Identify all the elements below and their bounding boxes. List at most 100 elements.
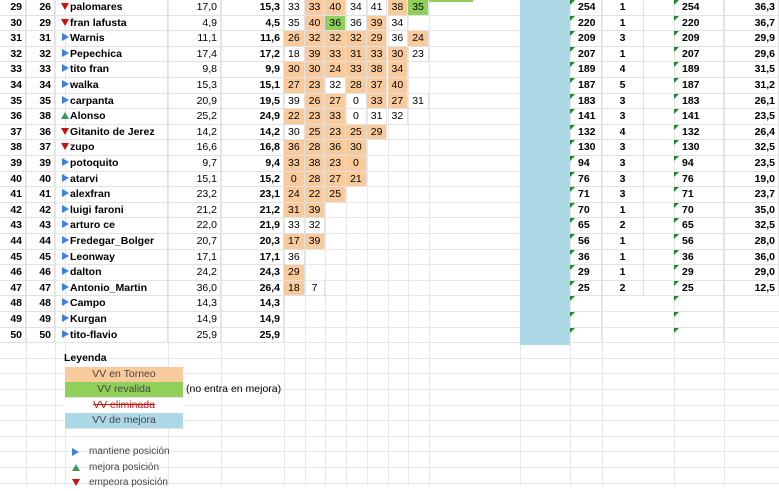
score-cell[interactable]: 7	[304, 280, 326, 297]
score-cell[interactable]: 0	[346, 93, 367, 110]
row-number[interactable]: 44	[0, 234, 26, 250]
score-cell[interactable]: 30	[304, 62, 326, 78]
total-points[interactable]: 209	[570, 31, 602, 47]
score-cell[interactable]: 36	[325, 140, 347, 156]
score-cell[interactable]: 25	[346, 124, 367, 141]
average-value[interactable]: 23,7	[724, 187, 779, 203]
score-cell[interactable]: 24	[325, 62, 347, 78]
score-cell[interactable]: 22	[284, 109, 305, 125]
row-number[interactable]: 38	[0, 140, 26, 156]
player-name[interactable]: carpanta	[68, 93, 168, 110]
score-cell[interactable]: 38	[366, 62, 388, 78]
score-cell[interactable]: 36	[387, 31, 409, 47]
score-cell[interactable]: 28	[304, 171, 326, 188]
handicap-value[interactable]: 15,3	[168, 78, 221, 94]
score-cell[interactable]: 36	[346, 15, 367, 32]
score-cell[interactable]: 31	[408, 93, 429, 110]
player-name[interactable]: Gitanito de Jerez	[68, 124, 168, 141]
prev-position[interactable]: 46	[26, 265, 55, 281]
score-cell[interactable]: 34	[387, 15, 409, 32]
empty-total[interactable]	[570, 327, 602, 344]
adjusted-value[interactable]: 21,9	[221, 218, 284, 234]
score-cell[interactable]: 26	[284, 31, 305, 47]
score-cell[interactable]: 34	[346, 0, 367, 16]
total-points[interactable]: 132	[570, 124, 602, 141]
points-total[interactable]: 71	[674, 187, 724, 203]
points-total[interactable]: 207	[674, 46, 724, 63]
score-cell[interactable]: 21	[346, 171, 367, 188]
row-number[interactable]: 46	[0, 265, 26, 281]
handicap-value[interactable]: 14,3	[168, 296, 221, 312]
score-cell[interactable]: 32	[387, 109, 409, 125]
score-cell[interactable]: 39	[284, 93, 305, 110]
points-total[interactable]: 183	[674, 93, 724, 110]
player-name[interactable]: Leonway	[68, 249, 168, 266]
score-cell[interactable]: 39	[304, 234, 326, 250]
handicap-value[interactable]: 9,7	[168, 156, 221, 172]
average-value[interactable]: 29,0	[724, 265, 779, 281]
total-points[interactable]: 94	[570, 156, 602, 172]
games-count[interactable]: 4	[602, 124, 644, 141]
score-cell[interactable]: 23	[304, 109, 326, 125]
score-cell[interactable]: 30	[346, 140, 367, 156]
adjusted-value[interactable]: 21,2	[221, 202, 284, 219]
handicap-value[interactable]: 17,0	[168, 0, 221, 16]
row-number[interactable]: 48	[0, 296, 26, 312]
prev-position[interactable]: 49	[26, 312, 55, 328]
average-value[interactable]: 23,5	[724, 109, 779, 125]
points-total[interactable]: 56	[674, 234, 724, 250]
games-count[interactable]: 3	[602, 109, 644, 125]
adjusted-value[interactable]: 9,9	[221, 62, 284, 78]
score-cell[interactable]: 28	[346, 78, 367, 94]
average-value[interactable]: 31,2	[724, 78, 779, 94]
handicap-value[interactable]: 16,6	[168, 140, 221, 156]
total-points[interactable]: 70	[570, 202, 602, 219]
row-number[interactable]: 33	[0, 62, 26, 78]
score-cell[interactable]: 23	[325, 124, 347, 141]
score-cell[interactable]: 33	[366, 46, 388, 63]
score-cell[interactable]: 33	[284, 218, 305, 234]
prev-position[interactable]: 41	[26, 187, 55, 203]
score-cell[interactable]: 35	[408, 0, 429, 16]
score-cell[interactable]: 23	[408, 46, 429, 63]
score-cell[interactable]: 31	[366, 109, 388, 125]
adjusted-value[interactable]: 17,2	[221, 46, 284, 63]
total-points[interactable]: 36	[570, 249, 602, 266]
score-cell[interactable]: 32	[304, 31, 326, 47]
points-total[interactable]: 132	[674, 124, 724, 141]
score-cell[interactable]: 33	[346, 62, 367, 78]
score-cell[interactable]: 23	[325, 156, 347, 172]
score-cell[interactable]: 33	[284, 0, 305, 16]
adjusted-value[interactable]: 17,1	[221, 249, 284, 266]
average-value[interactable]: 35,0	[724, 202, 779, 219]
prev-position[interactable]: 26	[26, 0, 55, 16]
points-total[interactable]: 94	[674, 156, 724, 172]
score-cell[interactable]: 17	[284, 234, 305, 250]
score-cell[interactable]: 23	[304, 78, 326, 94]
score-cell[interactable]: 33	[366, 93, 388, 110]
handicap-value[interactable]: 14,2	[168, 124, 221, 141]
points-total[interactable]: 65	[674, 218, 724, 234]
handicap-value[interactable]: 20,7	[168, 234, 221, 250]
player-name[interactable]: Alonso	[68, 109, 168, 125]
score-cell[interactable]: 41	[366, 0, 388, 16]
handicap-value[interactable]: 11,1	[168, 31, 221, 47]
prev-position[interactable]: 31	[26, 31, 55, 47]
handicap-value[interactable]: 25,2	[168, 109, 221, 125]
total-points[interactable]: 141	[570, 109, 602, 125]
score-cell[interactable]: 39	[304, 202, 326, 219]
handicap-value[interactable]: 14,9	[168, 312, 221, 328]
row-number[interactable]: 34	[0, 78, 26, 94]
player-name[interactable]: luigi faroni	[68, 202, 168, 219]
player-name[interactable]: palomares	[68, 0, 168, 16]
average-value[interactable]: 28,0	[724, 234, 779, 250]
games-count[interactable]: 3	[602, 31, 644, 47]
total-points[interactable]: 183	[570, 93, 602, 110]
adjusted-value[interactable]: 9,4	[221, 156, 284, 172]
adjusted-value[interactable]: 15,1	[221, 78, 284, 94]
score-cell[interactable]: 38	[304, 156, 326, 172]
adjusted-value[interactable]: 24,3	[221, 265, 284, 281]
prev-position[interactable]: 29	[26, 15, 55, 32]
points-total[interactable]: 25	[674, 280, 724, 297]
adjusted-value[interactable]: 15,3	[221, 0, 284, 16]
